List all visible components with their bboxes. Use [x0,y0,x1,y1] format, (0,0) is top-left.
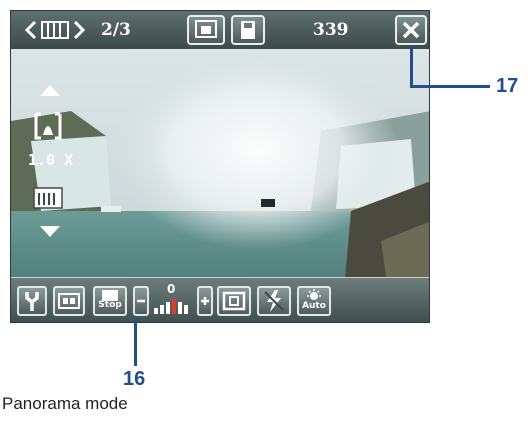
exposure-bars-icon [154,299,188,314]
shots-remaining: 339 [313,20,349,40]
storage-button[interactable] [231,15,265,45]
zoom-out-arrow-icon[interactable] [39,225,61,239]
next-arrow-icon[interactable] [73,21,85,39]
album-icon [58,293,80,309]
wrench-icon [25,292,39,311]
zoom-level: 1.0 X [28,151,74,169]
stop-button[interactable]: Stop [93,286,127,316]
flash-off-icon [264,290,284,312]
flash-button[interactable] [257,286,291,316]
minus-icon [137,299,145,303]
close-icon [402,21,420,39]
plus-icon [201,297,209,305]
white-balance-button[interactable]: Auto [297,286,331,316]
prev-arrow-icon[interactable] [25,21,37,39]
top-toolbar: 2/3 339 [11,11,429,49]
callout-line-17-vertical [410,46,413,88]
capture-size-icon [195,20,217,38]
self-timer-icon[interactable] [33,111,63,141]
panorama-mode-icon [41,21,69,39]
capture-size-button[interactable] [187,15,225,45]
stop-label: Stop [98,300,122,310]
page-counter: 2/3 [101,20,131,40]
bottom-toolbar: Stop 0 Auto [11,277,429,322]
callout-number-16: 16 [123,368,146,390]
exposure-plus-button[interactable] [197,286,213,316]
callout-number-17: 17 [496,75,519,97]
tools-button[interactable] [17,286,47,316]
callout-line-16 [134,318,137,366]
zoom-in-arrow-icon[interactable] [39,83,61,97]
metering-icon [222,291,246,311]
close-button[interactable] [395,15,427,45]
exposure-minus-button[interactable] [133,286,149,316]
memory-card-icon [241,21,255,39]
camera-screen: 2/3 339 1.0 X Stop 0 Auto [10,10,430,323]
caption-text: Panorama mode [2,394,128,413]
metering-button[interactable] [217,286,251,316]
auto-label: Auto [302,301,326,311]
album-button[interactable] [53,286,85,316]
capture-mode-icon[interactable] [33,187,63,209]
exposure-meter: 0 [151,282,195,318]
callout-line-17-horizontal [410,85,490,88]
